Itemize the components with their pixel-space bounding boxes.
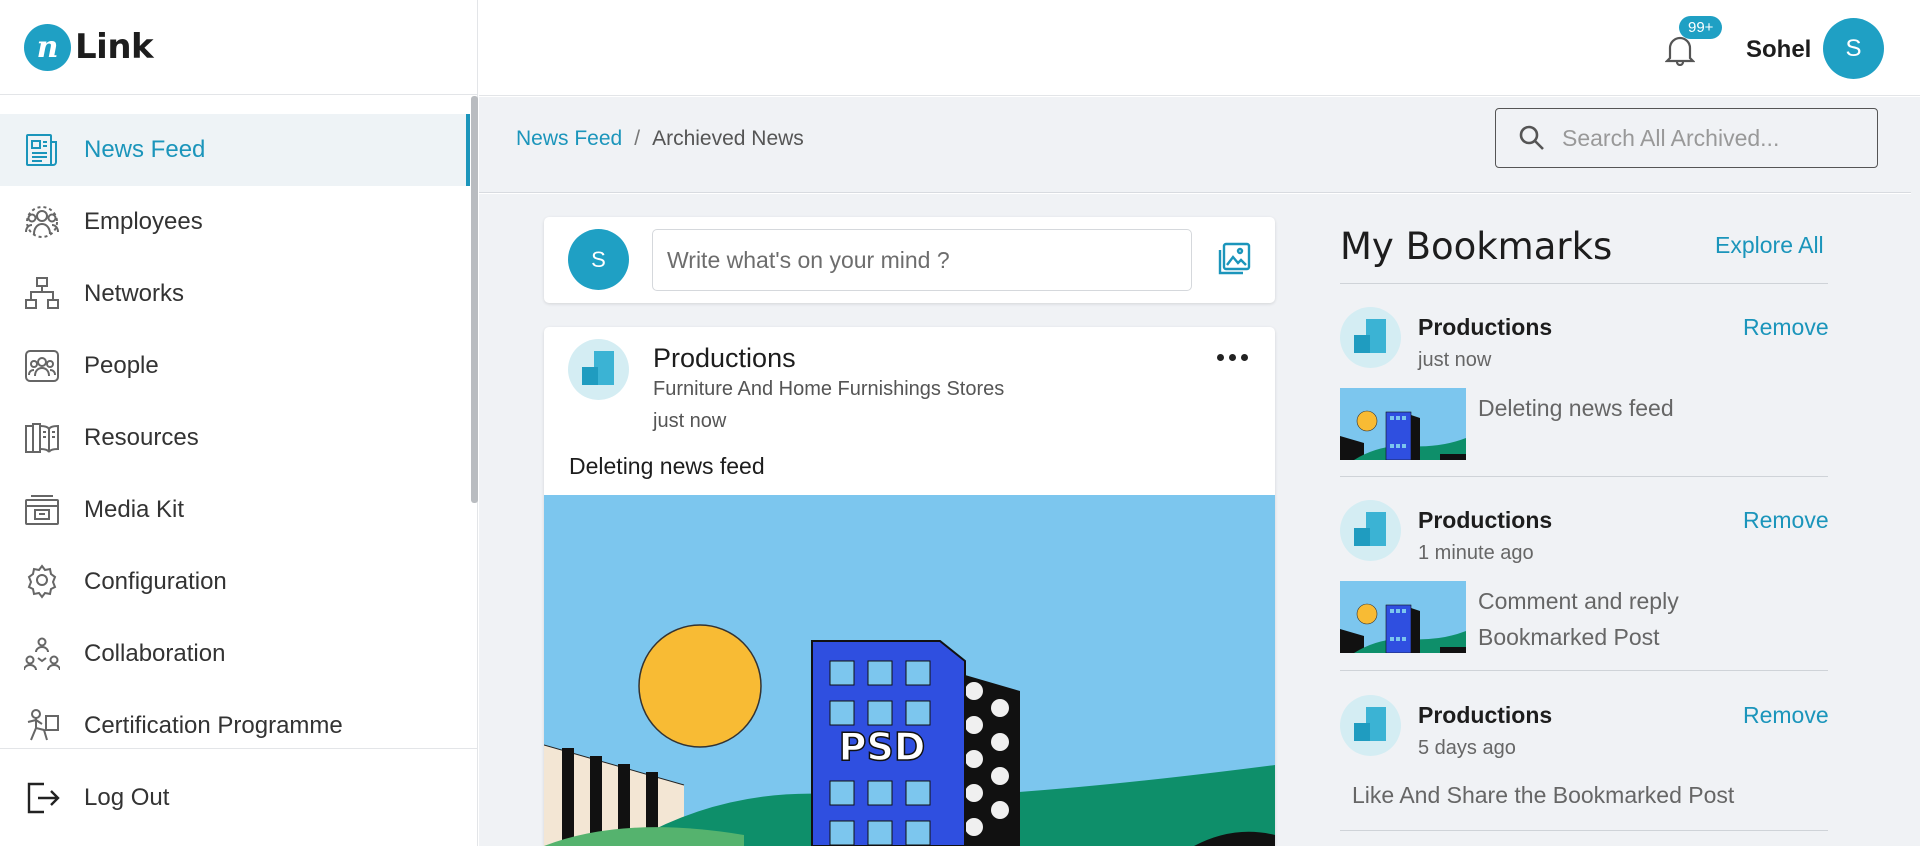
people-icon [24, 348, 60, 384]
app-logo[interactable]: n Link [0, 0, 477, 95]
post-time: just now [653, 410, 727, 432]
org-avatar[interactable] [568, 339, 629, 400]
breadcrumb: News Feed / Archieved News [516, 127, 804, 151]
sidebar-item-people[interactable]: People [0, 330, 470, 402]
user-name[interactable]: Sohel [1746, 36, 1811, 64]
bookmark-org-avatar[interactable] [1340, 500, 1401, 561]
notification-badge: 99+ [1679, 16, 1723, 39]
sidebar-scrollbar[interactable] [471, 96, 478, 503]
sidebar-item-label: Employees [84, 208, 203, 235]
collaboration-icon [24, 636, 60, 672]
breadcrumb-separator: / [634, 127, 641, 150]
sidebar-item-resources[interactable]: Resources [0, 402, 470, 474]
page-scroll-track[interactable] [1911, 97, 1920, 846]
post-org-name[interactable]: Productions [653, 343, 796, 374]
bookmark-org-avatar[interactable] [1340, 695, 1401, 756]
post-more-options-icon[interactable] [1214, 349, 1250, 365]
media-kit-icon [24, 492, 60, 528]
search-input[interactable] [1562, 124, 1862, 152]
add-image-icon[interactable] [1216, 241, 1252, 277]
bookmarks-divider [1340, 670, 1828, 671]
sidebar-item-employees[interactable]: Employees [0, 186, 470, 258]
sidebar-item-collaboration[interactable]: Collaboration [0, 618, 470, 690]
newspaper-icon [24, 132, 60, 168]
bookmark-time: 5 days ago [1418, 737, 1516, 759]
sidebar-item-news-feed[interactable]: News Feed [0, 114, 470, 186]
bookmark-remove-button[interactable]: Remove [1743, 507, 1829, 534]
bookmark-thumbnail[interactable] [1340, 388, 1466, 460]
sidebar-item-label: Resources [84, 424, 199, 451]
news-post: Productions Furniture And Home Furnishin… [544, 327, 1275, 846]
post-composer: S [544, 217, 1275, 303]
bookmark-text: Like And Share the Bookmarked Post [1352, 782, 1735, 808]
sidebar-item-label: Collaboration [84, 640, 226, 667]
top-header: 99+ Sohel S [479, 0, 1920, 96]
composer-avatar: S [568, 229, 629, 290]
sidebar-item-label: Media Kit [84, 496, 185, 523]
sidebar-item-configuration[interactable]: Configuration [0, 546, 470, 618]
search-icon [1519, 125, 1544, 150]
certification-icon [24, 708, 60, 744]
breadcrumb-bar: News Feed / Archieved News [479, 97, 1911, 193]
bookmark-remove-button[interactable]: Remove [1743, 314, 1829, 341]
bookmark-text: Deleting news feed [1478, 395, 1674, 421]
breadcrumb-current: Archieved News [652, 127, 804, 150]
user-avatar[interactable]: S [1823, 18, 1884, 79]
sidebar: n Link News Feed Employees Networks Peop… [0, 0, 478, 846]
bookmark-text-line: Bookmarked Post [1478, 624, 1660, 650]
logo-mark: n [24, 23, 71, 71]
sidebar-item-media-kit[interactable]: Media Kit [0, 474, 470, 546]
post-image-label: PSD [839, 725, 926, 769]
logo-text: Link [75, 27, 154, 67]
sidebar-item-label: Configuration [84, 568, 227, 595]
bookmarks-divider [1340, 283, 1828, 284]
bookmarks-divider [1340, 476, 1828, 477]
sidebar-nav: News Feed Employees Networks People Reso… [0, 114, 470, 762]
bookmark-time: 1 minute ago [1418, 542, 1534, 564]
bookmark-name[interactable]: Productions [1418, 702, 1552, 729]
bookmark-name[interactable]: Productions [1418, 507, 1552, 534]
post-org-subtitle: Furniture And Home Furnishings Stores [653, 378, 1005, 400]
logout-label: Log Out [84, 783, 170, 811]
sidebar-item-label: News Feed [84, 136, 206, 163]
bookmark-name[interactable]: Productions [1418, 314, 1552, 341]
compose-input[interactable] [652, 229, 1192, 291]
post-image[interactable]: PSD [544, 495, 1275, 846]
breadcrumb-news-feed-link[interactable]: News Feed [516, 127, 622, 151]
sidebar-item-label: People [84, 352, 159, 379]
sidebar-item-networks[interactable]: Networks [0, 258, 470, 330]
bookmarks-divider [1340, 830, 1828, 831]
employees-icon [24, 204, 60, 240]
sidebar-item-label: Certification Programme [84, 712, 343, 739]
gear-icon [24, 564, 60, 600]
logout-icon [24, 780, 60, 816]
bookmark-remove-button[interactable]: Remove [1743, 702, 1829, 729]
bookmark-text-line: Comment and reply [1478, 588, 1679, 614]
explore-all-link[interactable]: Explore All [1715, 232, 1824, 259]
bookmark-time: just now [1418, 349, 1492, 371]
book-icon [24, 420, 60, 456]
logout-button[interactable]: Log Out [0, 748, 478, 846]
bookmarks-title: My Bookmarks [1340, 225, 1613, 268]
network-icon [24, 276, 60, 312]
bookmark-org-avatar[interactable] [1340, 307, 1401, 368]
post-text: Deleting news feed [569, 453, 765, 479]
search-box[interactable] [1495, 108, 1878, 168]
sidebar-item-label: Networks [84, 280, 185, 307]
bookmark-thumbnail[interactable] [1340, 581, 1466, 653]
